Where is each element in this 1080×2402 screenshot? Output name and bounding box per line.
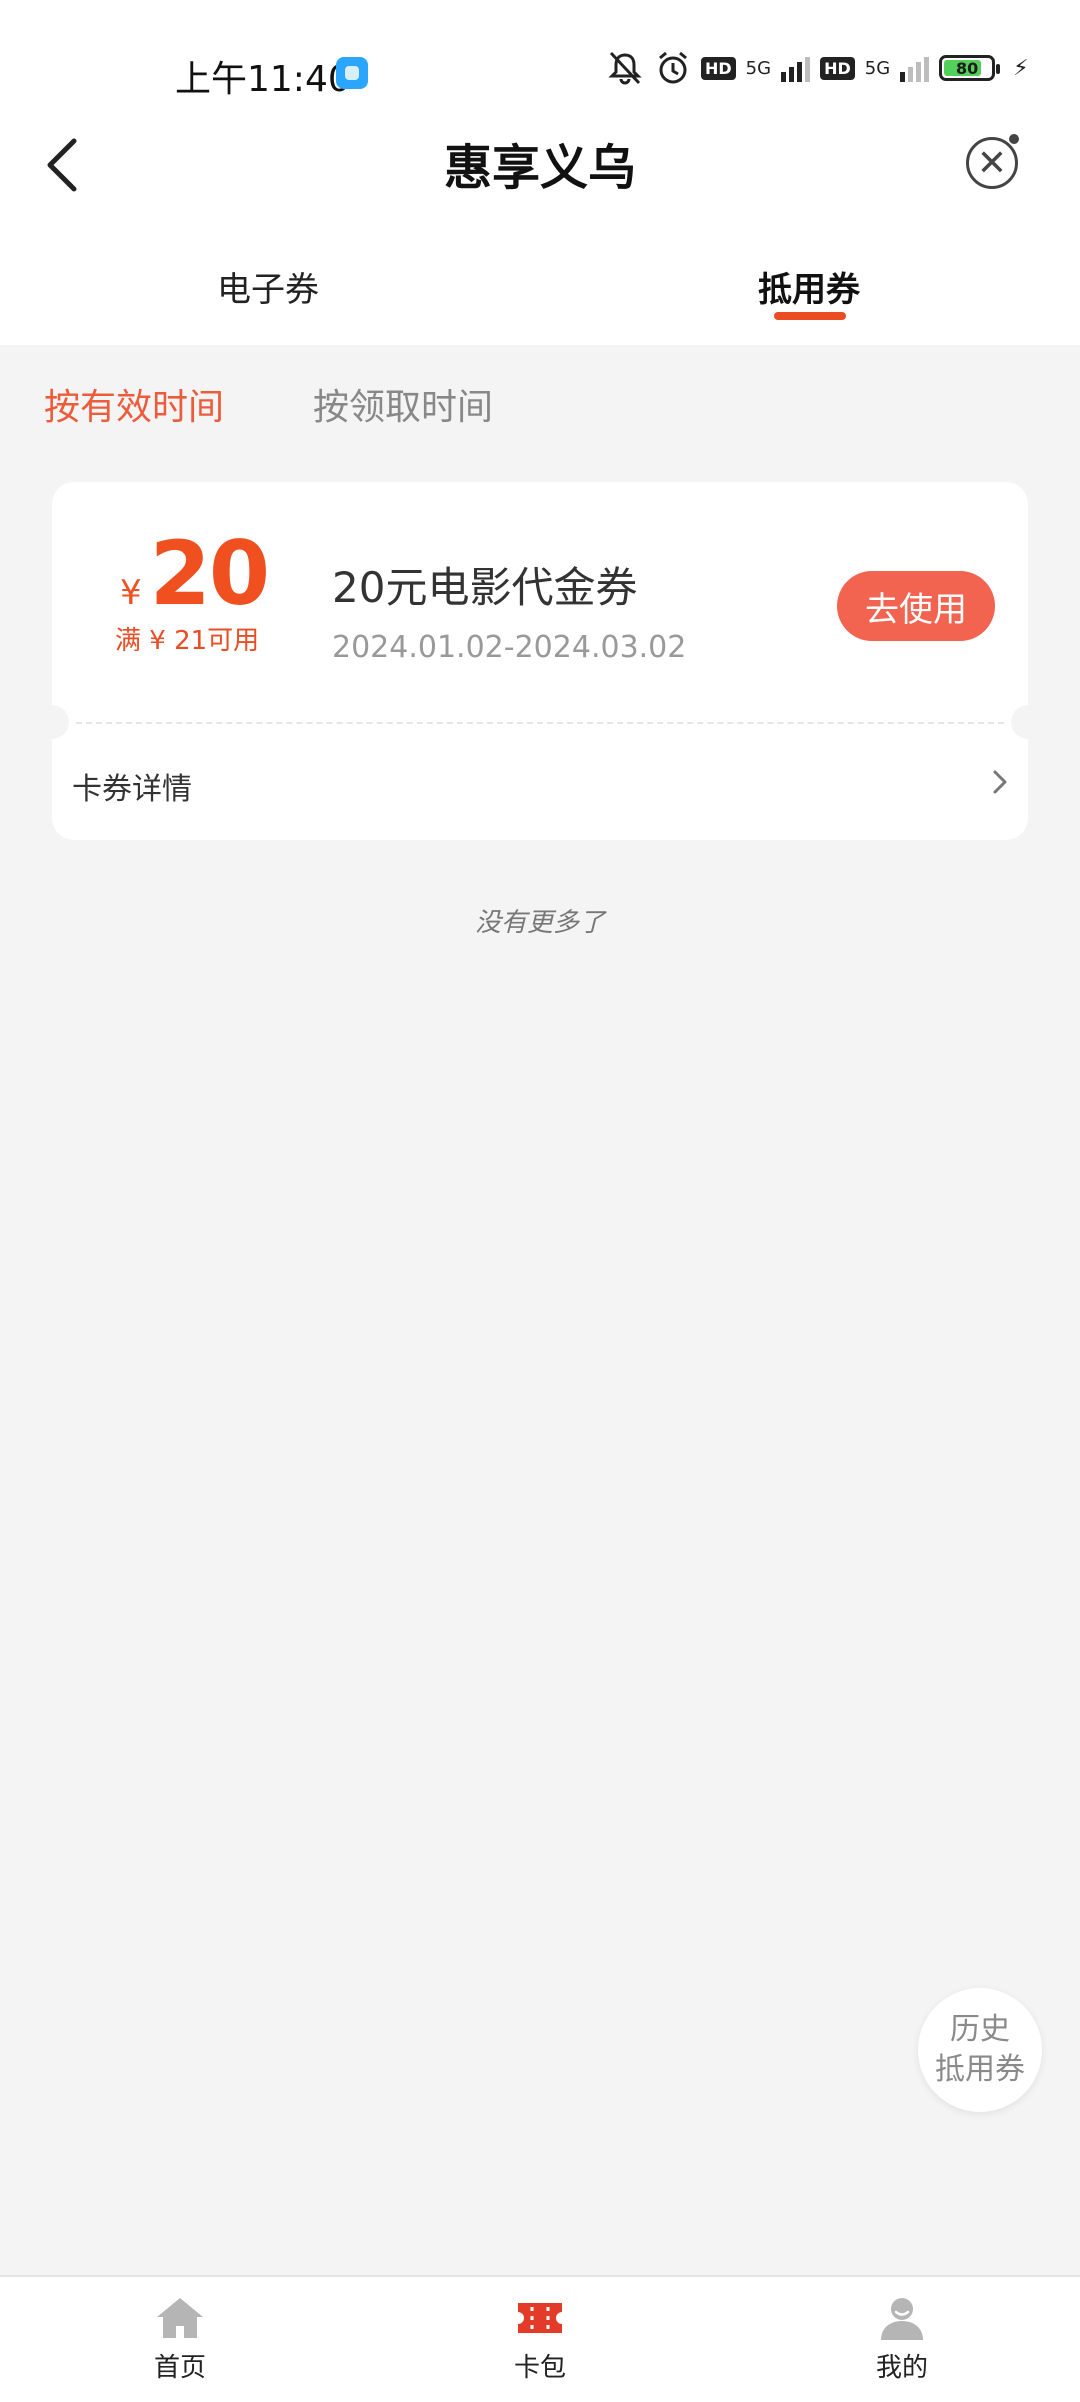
amount-value: 20 <box>149 522 270 625</box>
coupon-amount: ¥ 20 <box>120 522 270 625</box>
coupon-condition: 满 ¥ 21可用 <box>115 626 260 656</box>
coupon-detail-row[interactable]: 卡券详情 <box>52 732 1028 840</box>
sort-by-claim-time[interactable]: 按领取时间 <box>313 378 493 430</box>
coupon-detail-label: 卡券详情 <box>72 772 192 807</box>
nav-home[interactable]: 首页 <box>110 2295 250 2384</box>
tab-discount-coupon[interactable]: 抵用券 <box>758 262 860 311</box>
sort-by-valid-time[interactable]: 按有效时间 <box>44 378 224 430</box>
coupon-title: 20元电影代金券 <box>332 563 638 612</box>
history-coupons-button[interactable]: 历史 抵用券 <box>918 1988 1042 2112</box>
nav-mine-label: 我的 <box>875 2353 928 2383</box>
battery-level: 80 <box>956 58 979 78</box>
hd-badge: HD <box>820 56 855 80</box>
signal-icon <box>781 54 811 82</box>
battery-icon: 80 <box>939 55 1001 81</box>
close-mini-program-button[interactable]: ✕ <box>966 137 1018 189</box>
ticket-icon <box>518 2303 562 2333</box>
card-divider <box>76 722 1004 724</box>
status-icons: HD 5G HD 5G 80 ⚡ <box>605 50 1029 86</box>
history-label-line1: 历史 <box>950 2012 1010 2047</box>
list-end-text: 没有更多了 <box>474 908 605 938</box>
currency-symbol: ¥ <box>120 573 142 613</box>
alarm-icon <box>659 51 687 84</box>
network-type: 5G <box>745 57 772 79</box>
page-title: 惠享义乌 <box>443 140 636 196</box>
user-icon <box>881 2298 923 2340</box>
nav-home-label: 首页 <box>153 2353 206 2383</box>
nav-card-wallet-label: 卡包 <box>513 2353 566 2383</box>
use-coupon-button[interactable]: 去使用 <box>837 571 995 641</box>
home-icon <box>157 2298 203 2338</box>
hd-badge: HD <box>701 56 736 80</box>
coupon-card: ¥ 20 满 ¥ 21可用 20元电影代金券 2024.01.02-2024.0… <box>35 482 1045 840</box>
close-button-dot <box>1009 134 1019 144</box>
mute-bell-icon <box>608 51 642 85</box>
nav-card-wallet[interactable]: 卡包 <box>470 2295 610 2384</box>
notification-app-icon <box>336 57 368 89</box>
close-icon: ✕ <box>976 142 1008 184</box>
active-tab-indicator <box>774 312 846 320</box>
coupon-date-range: 2024.01.02-2024.03.02 <box>332 630 687 665</box>
network-type: 5G <box>864 57 891 79</box>
bottom-navigation: 首页 卡包 我的 <box>0 2275 1080 2402</box>
tab-electronic-voucher[interactable]: 电子券 <box>217 262 319 311</box>
signal-icon <box>900 54 930 82</box>
chevron-right-icon <box>993 770 1007 794</box>
history-label-line2: 抵用券 <box>935 2052 1025 2087</box>
status-time: 上午11:40 <box>175 59 351 100</box>
charging-icon: ⚡ <box>1013 55 1029 81</box>
nav-mine[interactable]: 我的 <box>832 2295 972 2384</box>
